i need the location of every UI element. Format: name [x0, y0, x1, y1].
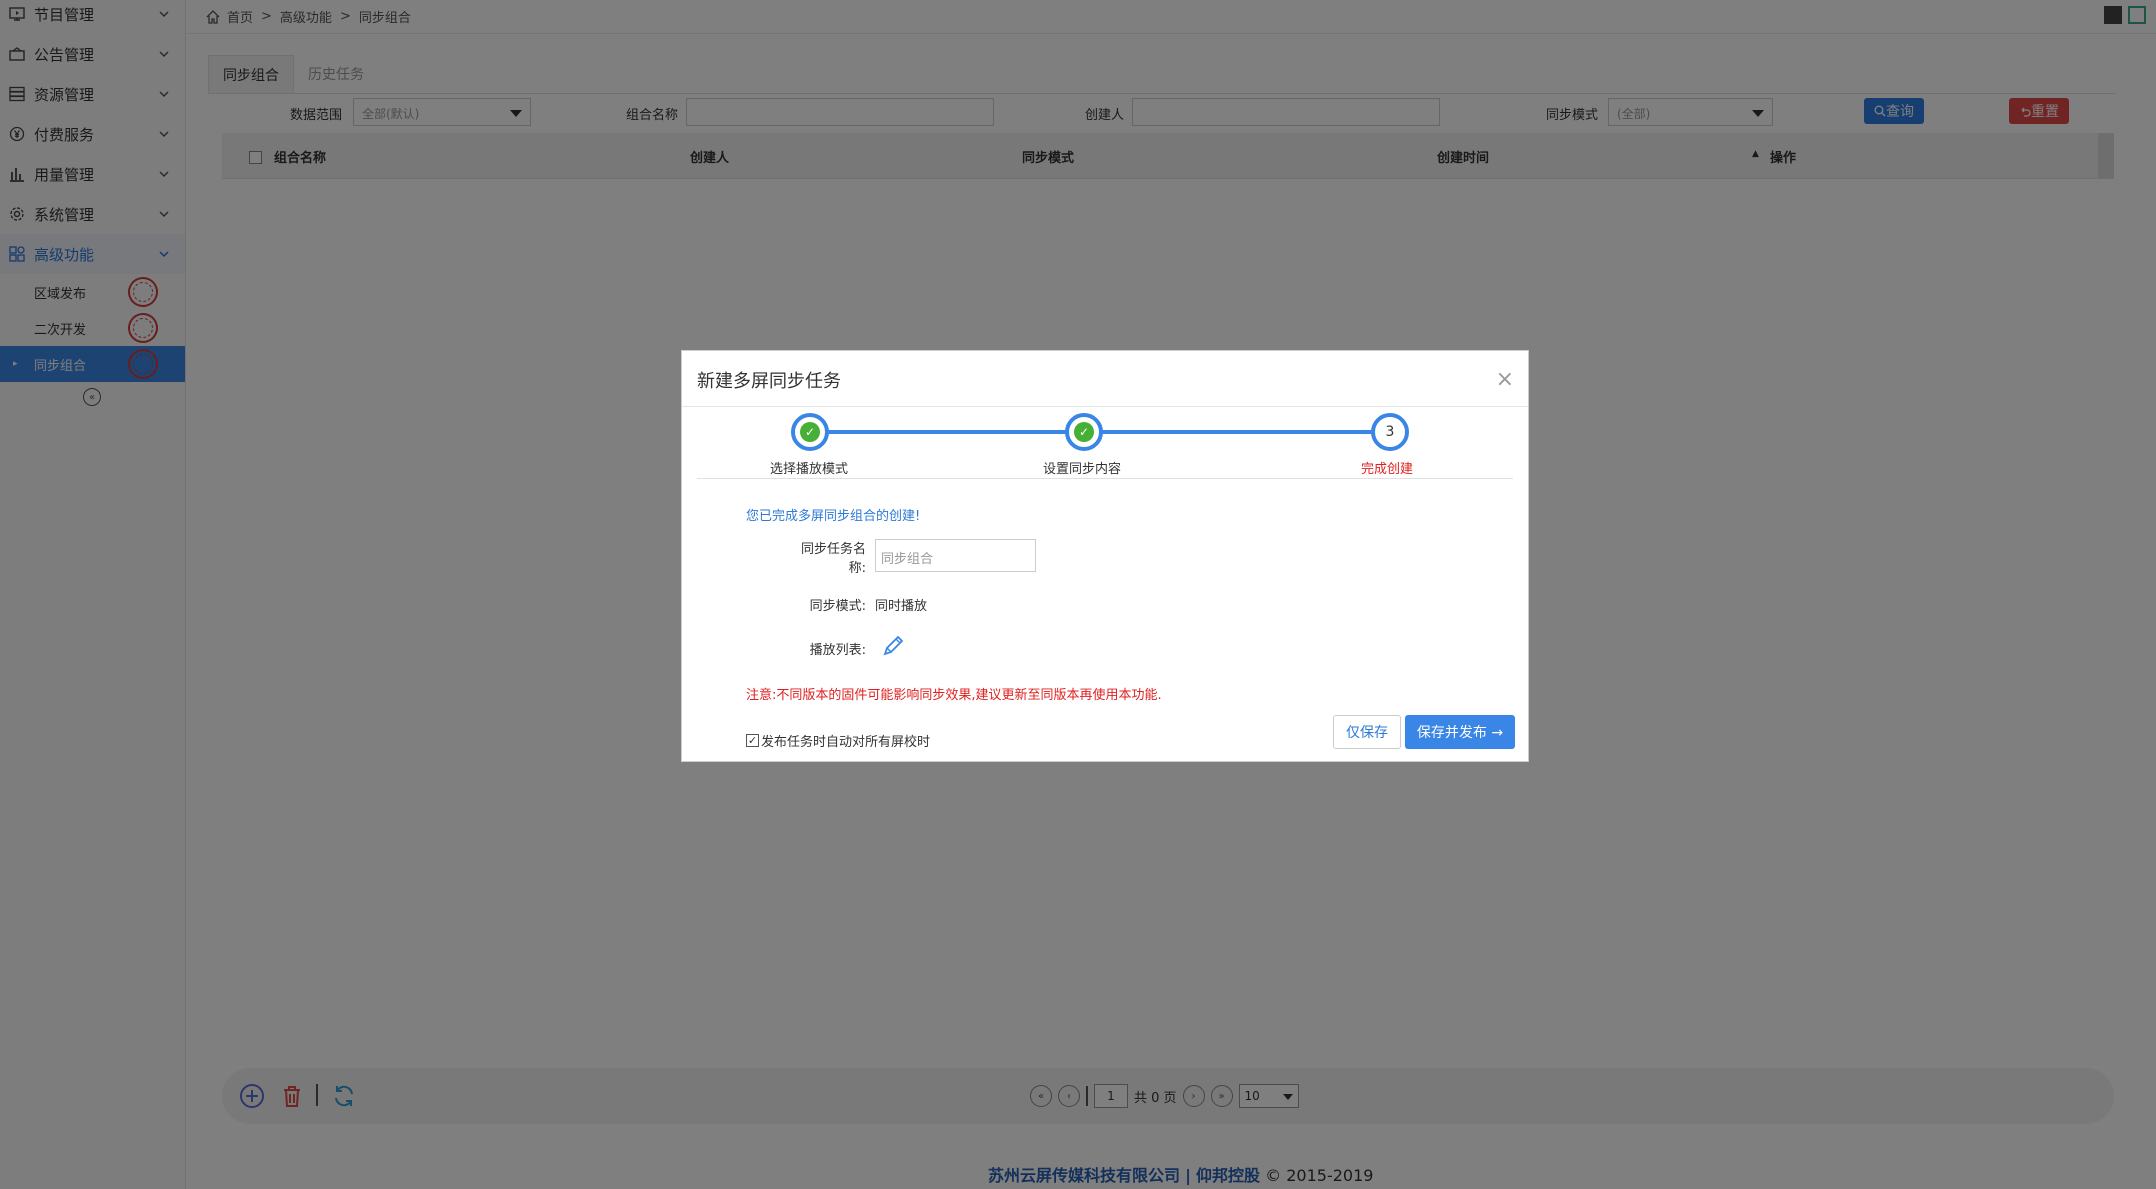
check-icon: ✓ [1074, 422, 1094, 442]
firmware-notice: 注意:不同版本的固件可能影响同步效果,建议更新至同版本再使用本功能. [746, 688, 1162, 703]
dialog-title: 新建多屏同步任务 [697, 371, 841, 392]
step-1-circle: ✓ [791, 413, 829, 451]
step-2-label: 设置同步内容 [1043, 462, 1122, 477]
save-and-publish-button[interactable]: 保存并发布 → [1405, 715, 1515, 749]
step-3-number: 3 [1385, 424, 1395, 440]
task-name-label-line2: 称: [848, 561, 866, 576]
playlist-label: 播放列表: [809, 643, 866, 658]
auto-calibrate-label: 发布任务时自动对所有屏校时 [761, 735, 931, 750]
step-2-circle: ✓ [1065, 413, 1103, 451]
save-only-button[interactable]: 仅保存 [1333, 715, 1401, 749]
step-3-label: 完成创建 [1361, 462, 1414, 477]
create-sync-task-dialog: 新建多屏同步任务 × ✓ ✓ 3 选择播放模式 设置同步内容 完成创建 您已完成… [681, 350, 1529, 762]
step-3-circle: 3 [1371, 413, 1409, 451]
step-indicator: ✓ ✓ 3 选择播放模式 设置同步内容 完成创建 [697, 413, 1513, 479]
close-icon[interactable]: × [1496, 369, 1514, 391]
success-message: 您已完成多屏同步组合的创建! [746, 509, 921, 524]
sync-mode-label: 同步模式: [809, 599, 866, 614]
dialog-header-divider [682, 406, 1528, 407]
task-name-label: 同步任务名 称: [766, 538, 866, 576]
auto-calibrate-option[interactable]: ✓ 发布任务时自动对所有屏校时 [746, 731, 930, 750]
task-name-input[interactable]: 同步组合 [875, 539, 1036, 572]
step-1-label: 选择播放模式 [770, 462, 849, 477]
pencil-edit-icon[interactable] [880, 633, 906, 659]
auto-calibrate-checkbox[interactable]: ✓ [746, 734, 759, 747]
task-name-label-line1: 同步任务名 [800, 542, 866, 557]
check-icon: ✓ [800, 422, 820, 442]
sync-mode-value: 同时播放 [875, 599, 928, 614]
